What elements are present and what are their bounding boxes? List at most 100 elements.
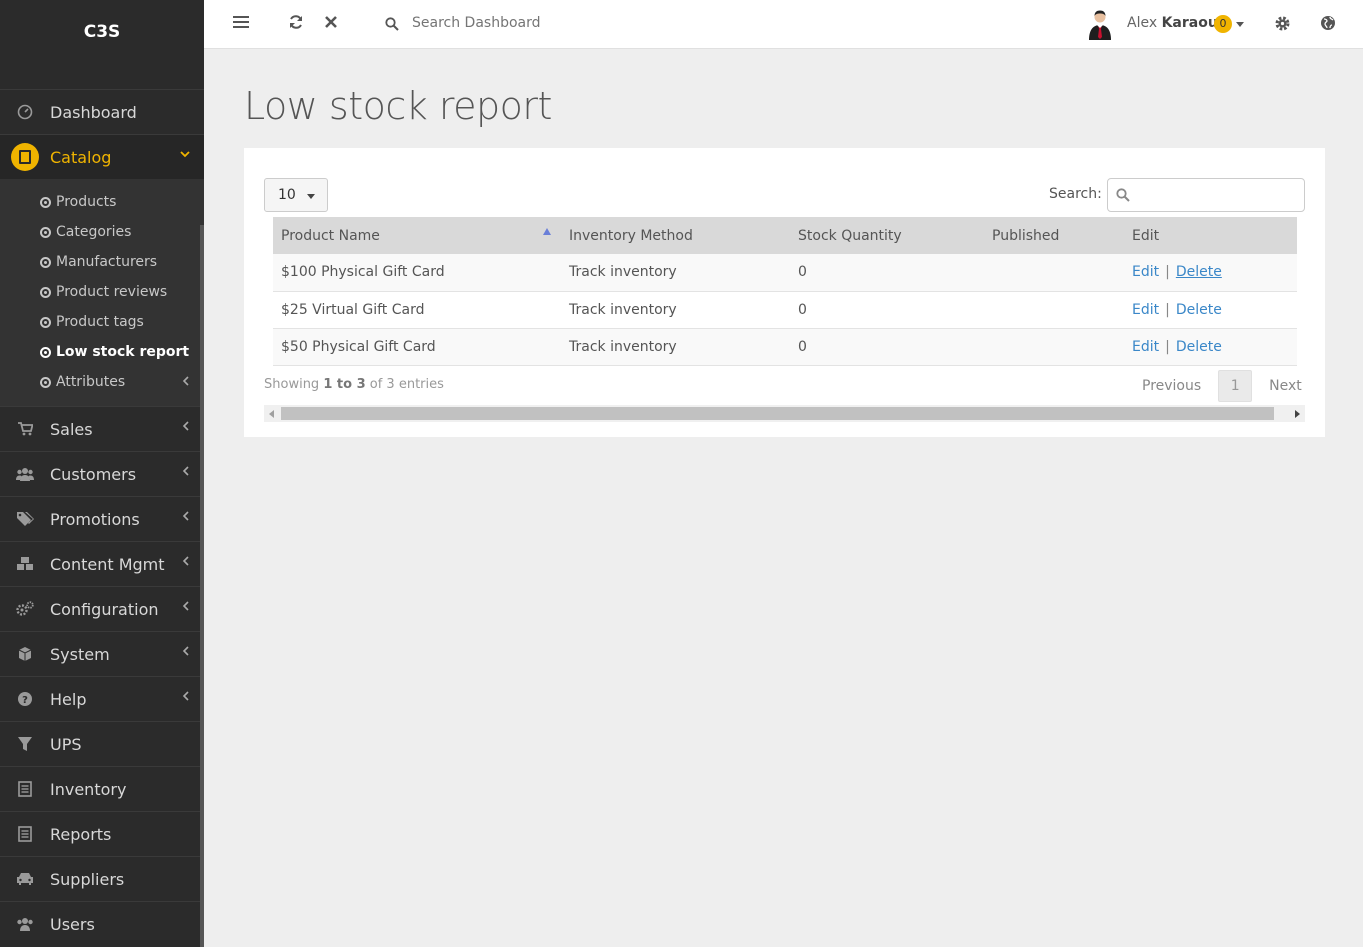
chevron-left-icon [182,465,190,480]
chevron-left-icon [182,600,190,615]
table-search-field[interactable] [1107,178,1305,212]
sidebar-item-reports[interactable]: Reports [0,811,204,856]
sidebar-item-users[interactable]: Users [0,901,204,946]
scroll-left-arrow-icon[interactable] [269,410,274,418]
close-icon[interactable] [324,14,338,34]
chevron-left-icon [182,510,190,525]
sidebar-subitem-categories[interactable]: Categories [0,217,204,247]
cogs-icon [16,600,34,618]
caret-down-icon[interactable] [1236,22,1244,27]
cell-published [984,291,1124,328]
sidebar-scrollbar[interactable] [200,225,204,947]
notification-badge[interactable]: 0 [1214,15,1232,33]
scrollbar-thumb[interactable] [281,407,1274,420]
cell-stock-quantity: 0 [798,264,807,281]
cell-inventory-method: Track inventory [569,301,677,318]
filter-icon [16,735,34,753]
brand-logo[interactable]: C3S [0,0,204,89]
globe-icon[interactable] [1320,15,1336,36]
circle-dot-icon [40,196,51,208]
cell-actions: Edit | Delete [1132,338,1222,355]
cell-inventory-method: Track inventory [569,264,677,281]
edit-link[interactable]: Edit [1132,264,1159,280]
column-header-product-name[interactable]: Product Name [273,217,561,254]
user-name[interactable]: Alex Karaoui [1127,15,1223,31]
page-length-select[interactable]: 10 [264,178,328,212]
search-icon [1116,187,1130,202]
gear-icon[interactable] [1274,15,1291,37]
column-header-stock-quantity[interactable]: Stock Quantity [790,217,984,254]
users-icon [16,465,34,483]
sidebar-item-dashboard[interactable]: Dashboard [0,89,204,134]
users-icon [16,915,34,933]
sidebar-subitem-manufacturers[interactable]: Manufacturers [0,247,204,277]
sidebar-subitem-products[interactable]: Products [0,187,204,217]
sidebar-item-sales[interactable]: Sales [0,406,204,451]
pagination: Previous 1 Next [1134,370,1310,402]
sidebar-item-promotions[interactable]: Promotions [0,496,204,541]
dashboard-icon [16,103,34,121]
question-icon: ? [16,690,34,708]
chevron-left-icon [182,690,190,705]
column-header-inventory-method[interactable]: Inventory Method [561,217,790,254]
circle-dot-icon [40,286,51,298]
sidebar-subitem-product-reviews[interactable]: Product reviews [0,277,204,307]
chevron-down-icon [180,148,190,163]
search-dashboard-input[interactable] [412,15,712,31]
circle-dot-icon [40,316,51,328]
cell-product-name: $100 Physical Gift Card [281,264,445,281]
horizontal-scrollbar[interactable] [264,405,1305,422]
cell-actions: Edit | Delete [1132,264,1222,281]
tags-icon [16,510,34,528]
sidebar-subitem-attributes[interactable]: Attributes [0,367,204,397]
chevron-left-icon [182,555,190,570]
list-icon [16,780,34,798]
pagination-next[interactable]: Next [1261,378,1310,394]
sidebar-item-ups[interactable]: UPS [0,721,204,766]
table-row: $25 Virtual Gift Card Track inventory 0 … [273,291,1297,328]
sidebar-item-configuration[interactable]: Configuration [0,586,204,631]
sidebar-subitem-low-stock-report[interactable]: Low stock report [0,337,204,367]
circle-dot-icon [40,346,51,358]
list-icon [16,825,34,843]
chevron-left-icon [182,375,190,389]
circle-dot-icon [40,256,51,268]
cart-icon [16,420,34,438]
edit-link[interactable]: Edit [1132,302,1159,318]
chevron-left-icon [182,645,190,660]
sidebar-item-catalog[interactable]: Catalog [0,134,204,179]
scroll-right-arrow-icon[interactable] [1295,410,1300,418]
column-header-edit[interactable]: Edit [1124,217,1297,254]
catalog-submenu: Products Categories Manufacturers Produc… [0,179,204,406]
sidebar-item-suppliers[interactable]: Suppliers [0,856,204,901]
report-panel: 10 Search: Product Name Inventory Method… [244,148,1325,437]
delete-link[interactable]: Delete [1176,264,1222,280]
table-header-row: Product Name Inventory Method Stock Quan… [273,217,1297,254]
caret-down-icon [307,194,315,199]
circle-dot-icon [40,226,51,238]
sidebar-item-help[interactable]: ? Help [0,676,204,721]
chevron-left-icon [182,420,190,435]
pagination-page-1[interactable]: 1 [1218,370,1253,402]
sidebar-item-system[interactable]: System [0,631,204,676]
sidebar-item-content-mgmt[interactable]: Content Mgmt [0,541,204,586]
cell-published [984,254,1124,291]
sidebar-item-customers[interactable]: Customers [0,451,204,496]
cell-product-name: $25 Virtual Gift Card [281,301,425,318]
table-info: Showing 1 to 3 of 3 entries [264,377,444,392]
avatar[interactable] [1088,10,1112,40]
sidebar-item-inventory[interactable]: Inventory [0,766,204,811]
refresh-icon[interactable] [288,14,304,35]
edit-link[interactable]: Edit [1132,339,1159,355]
table-row: $100 Physical Gift Card Track inventory … [273,254,1297,291]
topbar: Alex Karaoui 0 [204,0,1363,49]
delete-link[interactable]: Delete [1176,339,1222,355]
pagination-previous[interactable]: Previous [1134,378,1209,394]
search-icon [385,16,399,36]
column-header-published[interactable]: Published [984,217,1124,254]
cell-product-name: $50 Physical Gift Card [281,338,436,355]
hamburger-menu-icon[interactable] [233,14,249,34]
sidebar-subitem-product-tags[interactable]: Product tags [0,307,204,337]
delete-link[interactable]: Delete [1176,302,1222,318]
table-search-input[interactable] [1138,185,1298,205]
